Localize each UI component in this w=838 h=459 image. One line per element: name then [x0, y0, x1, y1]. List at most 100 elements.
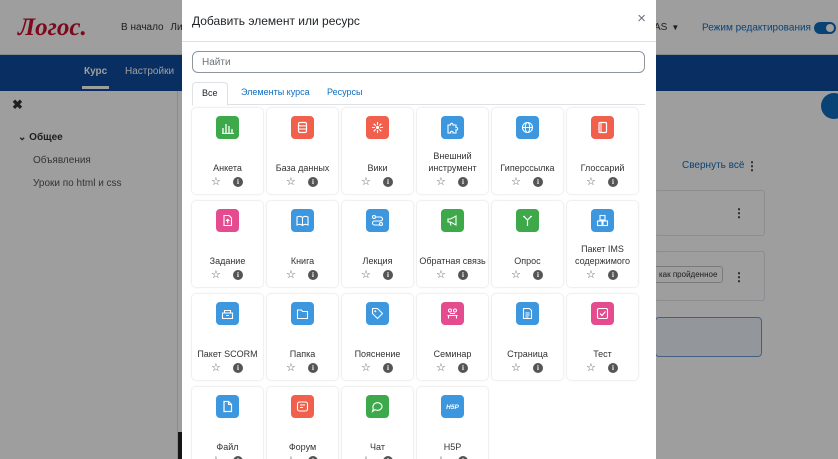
activity-tile[interactable]: Вики ☆ i — [342, 108, 413, 194]
chooser-tabs: Все Элементы курса Ресурсы — [192, 82, 645, 106]
star-icon[interactable]: ☆ — [286, 177, 296, 188]
activity-tile[interactable]: Тест ☆ i — [567, 294, 638, 380]
activity-tile[interactable]: Анкета ☆ i — [192, 108, 263, 194]
info-icon[interactable]: i — [533, 363, 543, 373]
open-book-icon — [291, 209, 314, 232]
activity-name: Опрос — [514, 256, 541, 266]
activity-name: Гиперссылка — [500, 163, 555, 173]
star-icon[interactable]: ☆ — [436, 177, 446, 188]
activity-name: Вики — [367, 163, 388, 173]
info-icon[interactable]: i — [458, 270, 468, 280]
choice-icon — [516, 209, 539, 232]
activity-tile[interactable]: Пакет SCORM ☆ i — [192, 294, 263, 380]
info-icon[interactable]: i — [458, 363, 468, 373]
activity-name: Обратная связь — [419, 256, 486, 266]
activity-tile[interactable]: Семинар ☆ i — [417, 294, 488, 380]
globe-icon — [516, 116, 539, 139]
activity-tile[interactable]: Пояснение ☆ i — [342, 294, 413, 380]
info-icon[interactable]: i — [533, 177, 543, 187]
activity-name: Семинар — [433, 349, 472, 359]
star-icon[interactable]: ☆ — [436, 270, 446, 281]
activity-name: Папка — [289, 349, 316, 359]
search-input[interactable] — [192, 51, 645, 73]
chart-icon — [216, 116, 239, 139]
activity-name: H5P — [443, 442, 462, 452]
book-closed-icon — [591, 116, 614, 139]
activity-tile[interactable]: Страница ☆ i — [492, 294, 563, 380]
activity-tile[interactable]: Файл☆i — [192, 387, 263, 459]
file-icon — [216, 395, 239, 418]
activity-tile[interactable]: Задание ☆ i — [192, 201, 263, 287]
info-icon[interactable]: i — [458, 177, 468, 187]
star-icon[interactable]: ☆ — [361, 363, 371, 374]
activity-name: База данных — [275, 163, 330, 173]
activity-name: Пояснение — [354, 349, 401, 359]
activity-name: Задание — [209, 256, 246, 266]
activity-tile[interactable]: Лекция ☆ i — [342, 201, 413, 287]
puzzle-icon — [441, 116, 464, 139]
tab-resources[interactable]: Ресурсы — [318, 82, 372, 105]
activity-tile[interactable]: Внешний инструмент ☆ i — [417, 108, 488, 194]
activity-tile[interactable]: Папка ☆ i — [267, 294, 338, 380]
lesson-path-icon — [366, 209, 389, 232]
activity-tile[interactable]: H5PH5P☆i — [417, 387, 488, 459]
info-icon[interactable]: i — [533, 270, 543, 280]
info-icon[interactable]: i — [233, 270, 243, 280]
star-icon[interactable]: ☆ — [211, 363, 221, 374]
activity-name: Глоссарий — [580, 163, 625, 173]
folder-icon — [291, 302, 314, 325]
star-icon[interactable]: ☆ — [361, 177, 371, 188]
star-icon[interactable]: ☆ — [586, 363, 596, 374]
star-icon[interactable]: ☆ — [511, 363, 521, 374]
activity-tile[interactable]: Опрос ☆ i — [492, 201, 563, 287]
star-icon[interactable]: ☆ — [286, 363, 296, 374]
tab-all[interactable]: Все — [192, 82, 228, 106]
quiz-check-icon — [591, 302, 614, 325]
activity-name: Лекция — [362, 256, 393, 266]
package-icon — [591, 209, 614, 232]
info-icon[interactable]: i — [383, 363, 393, 373]
activity-tile[interactable]: Обратная связь ☆ i — [417, 201, 488, 287]
activity-tile[interactable]: Гиперссылка ☆ i — [492, 108, 563, 194]
activity-tile[interactable]: Глоссарий ☆ i — [567, 108, 638, 194]
info-icon[interactable]: i — [608, 177, 618, 187]
activity-name: Страница — [507, 349, 548, 359]
star-icon[interactable]: ☆ — [211, 177, 221, 188]
star-icon[interactable]: ☆ — [511, 270, 521, 281]
activity-grid: Анкета ☆ i База данных ☆ i Вики ☆ i Внешний инстр… — [192, 108, 652, 459]
activity-tile[interactable]: Форум☆i — [267, 387, 338, 459]
activity-tile[interactable]: База данных ☆ i — [267, 108, 338, 194]
info-icon[interactable]: i — [308, 177, 318, 187]
star-icon[interactable]: ☆ — [511, 177, 521, 188]
info-icon[interactable]: i — [308, 270, 318, 280]
star-icon[interactable]: ☆ — [436, 363, 446, 374]
activity-tile[interactable]: Пакет IMS содержимого ☆ i — [567, 201, 638, 287]
tab-activities[interactable]: Элементы курса — [232, 82, 319, 105]
info-icon[interactable]: i — [233, 177, 243, 187]
star-icon[interactable]: ☆ — [361, 270, 371, 281]
megaphone-icon — [441, 209, 464, 232]
scorm-box-icon — [216, 302, 239, 325]
page-icon — [516, 302, 539, 325]
activity-tile[interactable]: Книга ☆ i — [267, 201, 338, 287]
activity-name: Внешний инструмент — [428, 151, 477, 173]
tag-icon — [366, 302, 389, 325]
wiki-icon — [366, 116, 389, 139]
activity-name: Форум — [288, 442, 317, 452]
star-icon[interactable]: ☆ — [586, 270, 596, 281]
info-icon[interactable]: i — [383, 270, 393, 280]
info-icon[interactable]: i — [383, 177, 393, 187]
info-icon[interactable]: i — [608, 270, 618, 280]
star-icon[interactable]: ☆ — [286, 270, 296, 281]
info-icon[interactable]: i — [608, 363, 618, 373]
workshop-icon — [441, 302, 464, 325]
modal-header: Добавить элемент или ресурс × — [182, 0, 656, 42]
info-icon[interactable]: i — [233, 363, 243, 373]
star-icon[interactable]: ☆ — [211, 270, 221, 281]
activity-chooser-modal: Добавить элемент или ресурс × Все Элемен… — [182, 0, 656, 459]
close-icon[interactable]: × — [637, 11, 646, 26]
activity-tile[interactable]: Чат☆i — [342, 387, 413, 459]
info-icon[interactable]: i — [308, 363, 318, 373]
star-icon[interactable]: ☆ — [586, 177, 596, 188]
chat-icon — [366, 395, 389, 418]
